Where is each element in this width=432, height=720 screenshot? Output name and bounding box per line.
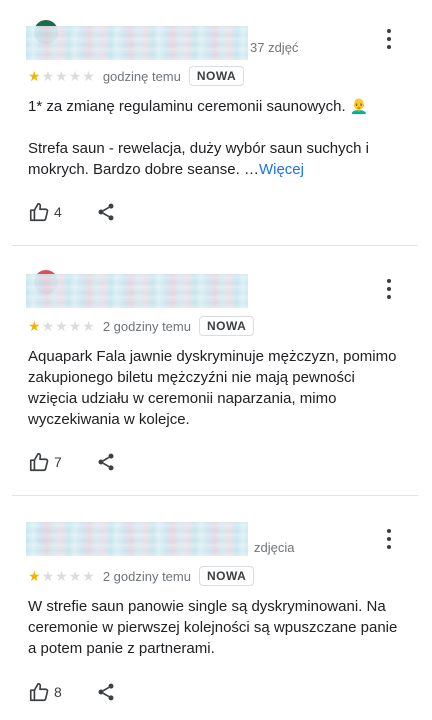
more-options-button[interactable] [376,524,402,554]
reviewer-name-redacted[interactable] [26,26,248,60]
review-card: zdjęcia ★ ★ ★ ★ ★ 2 godziny temu NOWA W … [0,496,432,720]
review-actions: 8 [28,680,116,704]
review-actions: 7 [28,450,116,474]
star-empty-icon: ★ [68,568,82,584]
review-text: 1* za zmianę regulaminu ceremonii saunow… [28,96,398,180]
share-button[interactable] [96,452,116,472]
reviewer-photo-count: 37 zdjęć [250,40,299,55]
star-empty-icon: ★ [55,568,68,584]
more-options-button[interactable] [376,274,402,304]
review-time: 2 godziny temu [102,568,191,584]
review-meta: ★ ★ ★ ★ ★ godzinę temu NOWA [28,66,245,86]
new-badge: NOWA [198,566,255,586]
like-button[interactable]: 4 [28,201,62,223]
reviewer-name-redacted[interactable] [26,274,248,308]
review-meta: ★ ★ ★ ★ ★ 2 godziny temu NOWA [28,316,255,336]
review-text: W strefie saun panowie single są dyskrym… [28,596,398,659]
like-button[interactable]: 7 [28,451,62,473]
thumbs-up-icon [29,202,49,222]
star-filled-icon: ★ [28,318,41,334]
star-empty-icon: ★ [82,68,95,84]
star-rating: ★ ★ ★ ★ ★ [28,319,95,333]
review-time: godzinę temu [102,68,181,84]
review-actions: 4 [28,200,116,224]
share-icon [98,453,114,471]
star-rating: ★ ★ ★ ★ ★ [28,69,95,83]
review-meta: ★ ★ ★ ★ ★ 2 godziny temu NOWA [28,566,255,586]
reviewer-photo-count: zdjęcia [254,540,295,555]
review-card: 37 zdjęć ★ ★ ★ ★ ★ godzinę temu NOWA 1* … [0,0,432,246]
review-text: Aquapark Fala jawnie dyskryminuje mężczy… [28,346,398,430]
star-empty-icon: ★ [55,68,68,84]
share-button[interactable] [96,202,116,222]
star-empty-icon: ★ [55,318,68,334]
like-count: 8 [54,684,62,700]
like-button[interactable]: 8 [28,681,62,703]
star-filled-icon: ★ [28,68,41,84]
review-text-line: W strefie saun panowie single są dyskrym… [28,598,398,657]
more-options-button[interactable] [376,24,402,54]
star-empty-icon: ★ [82,318,95,334]
star-empty-icon: ★ [68,318,82,334]
review-text-line: Aquapark Fala jawnie dyskryminuje mężczy… [28,348,397,428]
review-text-line: Strefa saun - rewelacja, duży wybór saun… [28,140,369,178]
star-filled-icon: ★ [28,568,41,584]
like-count: 7 [54,454,62,470]
star-empty-icon: ★ [68,68,82,84]
thumbs-up-icon [29,682,49,702]
share-icon [98,683,114,701]
person-emoji-icon: 👨‍🦲 [349,98,369,115]
like-count: 4 [54,204,62,220]
star-empty-icon: ★ [82,568,95,584]
star-empty-icon: ★ [41,68,55,84]
new-badge: NOWA [198,316,255,336]
star-empty-icon: ★ [41,318,55,334]
read-more-link[interactable]: Więcej [259,161,304,178]
reviewer-name-redacted[interactable] [26,522,248,556]
review-card: ★ ★ ★ ★ ★ 2 godziny temu NOWA Aquapark F… [0,246,432,496]
new-badge: NOWA [188,66,245,86]
share-icon [98,203,114,221]
star-empty-icon: ★ [41,568,55,584]
thumbs-up-icon [29,452,49,472]
review-time: 2 godziny temu [102,318,191,334]
review-text-line: 1* za zmianę regulaminu ceremonii saunow… [28,98,346,115]
share-button[interactable] [96,682,116,702]
star-rating: ★ ★ ★ ★ ★ [28,569,95,583]
